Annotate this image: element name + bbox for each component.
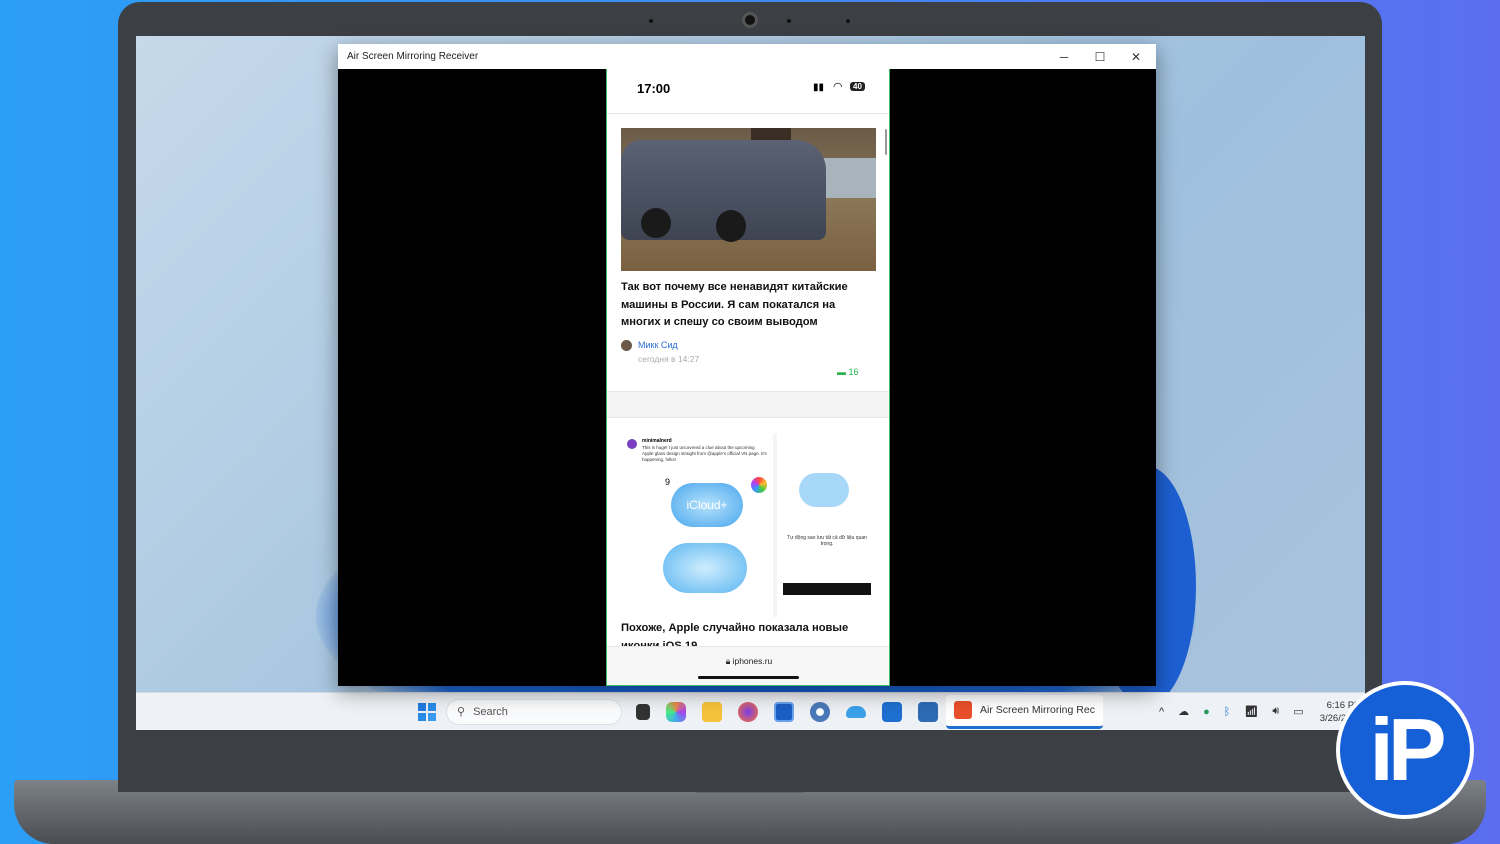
task-view-icon[interactable] bbox=[636, 703, 650, 720]
air-screen-icon bbox=[954, 701, 972, 719]
maximize-button[interactable]: ☐ bbox=[1082, 44, 1118, 69]
article-image-tweet[interactable]: minimalnerd This is huge! I just uncover… bbox=[621, 433, 876, 617]
author-avatar bbox=[621, 340, 632, 351]
title-bar: Air Screen Mirroring Receiver ─ ☐ ✕ bbox=[338, 44, 1156, 69]
search-box[interactable]: ⚲ Search bbox=[446, 698, 622, 725]
photos-icon bbox=[751, 477, 767, 493]
battery-indicator: 40 bbox=[850, 82, 865, 91]
app-icon[interactable] bbox=[774, 701, 794, 722]
onedrive-tray-icon[interactable]: ☁ bbox=[1178, 705, 1189, 718]
article-title[interactable]: Похоже, Apple случайно показала новые ик… bbox=[621, 620, 877, 646]
scrollbar[interactable] bbox=[885, 129, 887, 155]
close-button[interactable]: ✕ bbox=[1118, 44, 1154, 69]
author-link[interactable]: Микк Сид bbox=[638, 340, 678, 350]
home-indicator bbox=[698, 676, 799, 679]
firefox-icon[interactable] bbox=[738, 701, 758, 722]
sensor bbox=[846, 19, 850, 23]
tweet-user: minimalnerd bbox=[642, 438, 672, 444]
wheel bbox=[716, 210, 746, 242]
webcam-icon bbox=[742, 12, 758, 28]
divider bbox=[607, 113, 889, 114]
chevron-up-icon[interactable]: ^ bbox=[1159, 706, 1164, 718]
article-title[interactable]: Так вот почему все ненавидят китайские м… bbox=[621, 279, 877, 332]
taskbar-app-label: Air Screen Mirroring Rec bbox=[980, 704, 1095, 716]
memoji-cloud bbox=[799, 473, 849, 507]
logo-text: iP bbox=[1369, 700, 1446, 799]
air-screen-window: Air Screen Mirroring Receiver ─ ☐ ✕ 17:0… bbox=[338, 44, 1156, 686]
article-separator bbox=[607, 391, 889, 418]
safari-bottom-bar: 🔒︎ iphones.ru bbox=[607, 646, 889, 685]
tweet-text: This is huge! I just uncovered a clue ab… bbox=[642, 445, 767, 462]
comments-value: 16 bbox=[848, 367, 859, 377]
tweet-card: minimalnerd This is huge! I just uncover… bbox=[621, 433, 773, 617]
sensor bbox=[787, 19, 791, 23]
comment-icon: ▬ bbox=[837, 367, 849, 377]
url-text: iphones.ru bbox=[732, 656, 773, 666]
copilot-icon[interactable] bbox=[666, 701, 686, 722]
iphones-logo: iP bbox=[1336, 681, 1474, 819]
vn-text: Tự động sao lưu tất cả dữ liệu quan trọn… bbox=[787, 535, 867, 547]
wifi-icon[interactable]: 📶︎ bbox=[1244, 705, 1258, 718]
search-placeholder: Search bbox=[473, 705, 508, 718]
wifi-icon: ◠ bbox=[833, 81, 843, 93]
lock-icon: 🔒︎ bbox=[725, 656, 733, 666]
comments-count[interactable]: ▬ 16 bbox=[837, 367, 859, 377]
search-icon: ⚲ bbox=[457, 706, 466, 718]
battery-icon[interactable]: ▭ bbox=[1293, 705, 1303, 718]
start-button[interactable] bbox=[418, 702, 436, 721]
window-title: Air Screen Mirroring Receiver bbox=[347, 51, 479, 62]
volume-icon[interactable]: 🔊︎ bbox=[1272, 705, 1279, 718]
status-time: 17:00 bbox=[637, 81, 671, 96]
bluetooth-icon[interactable]: ᛒ bbox=[1224, 706, 1231, 718]
security-icon[interactable]: ● bbox=[1203, 706, 1210, 718]
wheel bbox=[641, 208, 671, 238]
article-image-car[interactable] bbox=[621, 128, 876, 271]
icloud-label: iCloud+ bbox=[686, 498, 728, 512]
sensor bbox=[649, 19, 653, 23]
url-bar[interactable]: 🔒︎ iphones.ru bbox=[607, 656, 889, 667]
file-explorer-icon[interactable] bbox=[702, 701, 722, 722]
settings-gear-icon[interactable] bbox=[810, 701, 830, 722]
screen-cast-icon[interactable] bbox=[918, 701, 938, 722]
phone-mockup: Tự động sao lưu tất cả dữ liệu quan trọn… bbox=[777, 433, 876, 617]
cloud-icon bbox=[663, 543, 747, 593]
icloud-icon: iCloud+ bbox=[671, 483, 743, 527]
taskbar: ⚲ Search Air Screen Mirroring Rec ^ ☁ ● ᛒ… bbox=[136, 692, 1365, 730]
signal-icon: ▮▮ bbox=[813, 82, 825, 93]
minimize-button[interactable]: ─ bbox=[1046, 44, 1082, 69]
onedrive-icon[interactable] bbox=[846, 705, 866, 718]
taskbar-app-air-screen[interactable]: Air Screen Mirroring Rec bbox=[946, 694, 1103, 729]
mirrored-phone-screen: 17:00 ▮▮ ◠ 40 Так вот почему все ненавид… bbox=[606, 69, 890, 686]
calendar-number: 9 bbox=[665, 477, 671, 487]
store-icon[interactable] bbox=[882, 701, 902, 722]
dark-banner bbox=[783, 583, 871, 595]
article-date: сегодня в 14:27 bbox=[638, 354, 700, 364]
tweet-avatar bbox=[627, 439, 637, 449]
